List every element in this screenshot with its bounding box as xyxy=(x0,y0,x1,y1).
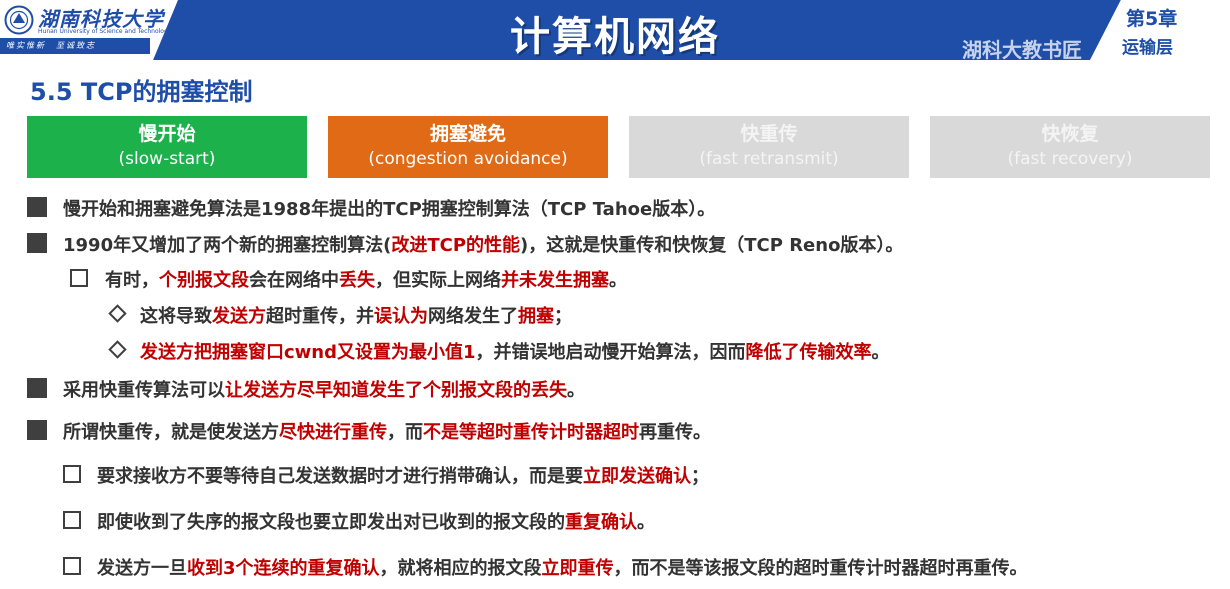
square-bullet-icon xyxy=(27,378,47,398)
watermark: 湖科大教书匠 xyxy=(962,38,1082,62)
bullet-text: 所谓快重传，就是使发送方 xyxy=(63,422,279,443)
bullet-text: 。 xyxy=(609,270,627,291)
bullet-immediate-ack: 要求接收方不要等待自己发送数据时才进行捎带确认，而是要立即发送确认； xyxy=(97,462,709,488)
bullet-text: 。 xyxy=(637,512,655,533)
checkbox-bullet-icon xyxy=(70,269,88,287)
phase-label-en: (slow-start) xyxy=(118,149,216,169)
emphasis-text: 立即重传 xyxy=(541,558,614,579)
emphasis-text: 立即发送确认 xyxy=(583,466,691,487)
bullet-text: ，就将相应的报文段 xyxy=(379,558,542,579)
chapter-label: 第5章 xyxy=(1126,8,1178,30)
phase-fast-retransmit: 快重传 (fast retransmit) xyxy=(629,116,909,178)
bullet-text: ； xyxy=(554,306,572,327)
phase-label: 快恢复 xyxy=(1041,123,1099,145)
chapter-subtitle: 运输层 xyxy=(1122,38,1173,58)
diamond-bullet-icon xyxy=(108,304,127,323)
section-title: 5.5 TCP的拥塞控制 xyxy=(30,78,253,106)
emphasis-text: 发送方把拥塞窗口cwnd又设置为最小值1 xyxy=(140,342,476,363)
bullet-text: 超时重传，并 xyxy=(266,306,374,327)
emphasis-text: 尽快进行重传 xyxy=(279,422,387,443)
bullet-text: ，但实际上网络 xyxy=(375,270,501,291)
bullet-text: 会在网络中 xyxy=(249,270,339,291)
bullet-three-dup-acks: 发送方一旦收到3个连续的重复确认，就将相应的报文段立即重传，而不是等该报文段的超… xyxy=(97,554,1028,580)
bullet-reno: 1990年又增加了两个新的拥塞控制算法(改进TCP的性能)，这就是快重传和快恢复… xyxy=(63,231,903,257)
emphasis-text: 让发送方尽早知道发生了个别报文段的丢失 xyxy=(225,380,567,401)
bullet-text: ，而不是等该报文段的超时重传计时器超时再重传。 xyxy=(613,558,1028,579)
emphasis-text: 不是等超时重传计时器超时 xyxy=(423,422,639,443)
phase-label-en: (congestion avoidance) xyxy=(368,149,568,169)
emphasis-text: 降低了传输效率 xyxy=(745,342,872,363)
bullet-text: 这将导致 xyxy=(140,306,212,327)
header-bar: 湖南科技大学 Hunan University of Science and T… xyxy=(0,0,1230,62)
diamond-bullet-icon xyxy=(108,340,127,359)
bullet-fast-retransmit-definition: 所谓快重传，就是使发送方尽快进行重传，而不是等超时重传计时器超时再重传。 xyxy=(63,418,711,444)
bullet-text: 发送方一旦 xyxy=(97,558,187,579)
phase-label-en: (fast recovery) xyxy=(1007,149,1133,169)
bullet-text: )，这就是快重传和快恢复（TCP Reno版本）。 xyxy=(520,235,904,256)
emphasis-text: 个别报文段 xyxy=(159,270,249,291)
emphasis-text: 重复确认 xyxy=(565,512,637,533)
phase-congestion-avoidance: 拥塞避免 (congestion avoidance) xyxy=(328,116,608,178)
emphasis-text: 发送方 xyxy=(212,306,266,327)
bullet-text: ，而 xyxy=(387,422,423,443)
phase-slow-start: 慢开始 (slow-start) xyxy=(27,116,307,178)
phase-label: 快重传 xyxy=(740,123,798,145)
phase-label-en: (fast retransmit) xyxy=(699,149,839,169)
bullet-cwnd-reset: 发送方把拥塞窗口cwnd又设置为最小值1，并错误地启动慢开始算法，因而降低了传输… xyxy=(140,338,890,364)
emphasis-text: 拥塞 xyxy=(518,306,554,327)
checkbox-bullet-icon xyxy=(63,465,81,483)
bullet-text: 有时， xyxy=(105,270,159,291)
phase-fast-recovery: 快恢复 (fast recovery) xyxy=(930,116,1210,178)
bullet-text: 再重传。 xyxy=(639,422,711,443)
bullet-text: 。 xyxy=(871,342,890,363)
square-bullet-icon xyxy=(27,420,47,440)
square-bullet-icon xyxy=(27,233,47,253)
emphasis-text: 误认为 xyxy=(374,306,428,327)
square-bullet-icon xyxy=(27,197,47,217)
emphasis-text: 收到3个连续的重复确认 xyxy=(187,558,380,579)
bullet-tahoe: 慢开始和拥塞避免算法是1988年提出的TCP拥塞控制算法（TCP Tahoe版本… xyxy=(63,195,715,221)
bullet-fast-retransmit-purpose: 采用快重传算法可以让发送方尽早知道发生了个别报文段的丢失。 xyxy=(63,376,585,402)
bullet-text: ，并错误地启动慢开始算法，因而 xyxy=(475,342,746,363)
phase-label: 拥塞避免 xyxy=(429,123,506,145)
emphasis-text: 改进TCP的性能 xyxy=(391,235,521,256)
emphasis-text: 丢失 xyxy=(339,270,375,291)
bullet-text: 。 xyxy=(567,380,585,401)
bullet-text: 1990年又增加了两个新的拥塞控制算法( xyxy=(63,235,392,256)
bullet-text: 网络发生了 xyxy=(428,306,518,327)
bullet-timeout-misjudge: 这将导致发送方超时重传，并误认为网络发生了拥塞； xyxy=(140,302,572,328)
bullet-duplicate-ack: 即使收到了失序的报文段也要立即发出对已收到的报文段的重复确认。 xyxy=(97,508,655,534)
bullet-text: 要求接收方不要等待自己发送数据时才进行捎带确认，而是要 xyxy=(97,466,583,487)
bullet-text: ； xyxy=(691,466,709,487)
phase-label: 慢开始 xyxy=(138,123,196,145)
bullet-text: 采用快重传算法可以 xyxy=(63,380,225,401)
bullet-text: 慢开始和拥塞避免算法是1988年提出的TCP拥塞控制算法（TCP Tahoe版本… xyxy=(63,199,716,220)
emphasis-text: 并未发生拥塞 xyxy=(501,270,609,291)
bullet-text: 即使收到了失序的报文段也要立即发出对已收到的报文段的 xyxy=(97,512,565,533)
checkbox-bullet-icon xyxy=(63,557,81,575)
checkbox-bullet-icon xyxy=(63,511,81,529)
slide: 湖南科技大学 Hunan University of Science and T… xyxy=(0,0,1230,589)
bullet-segment-loss: 有时，个别报文段会在网络中丢失，但实际上网络并未发生拥塞。 xyxy=(105,266,627,292)
